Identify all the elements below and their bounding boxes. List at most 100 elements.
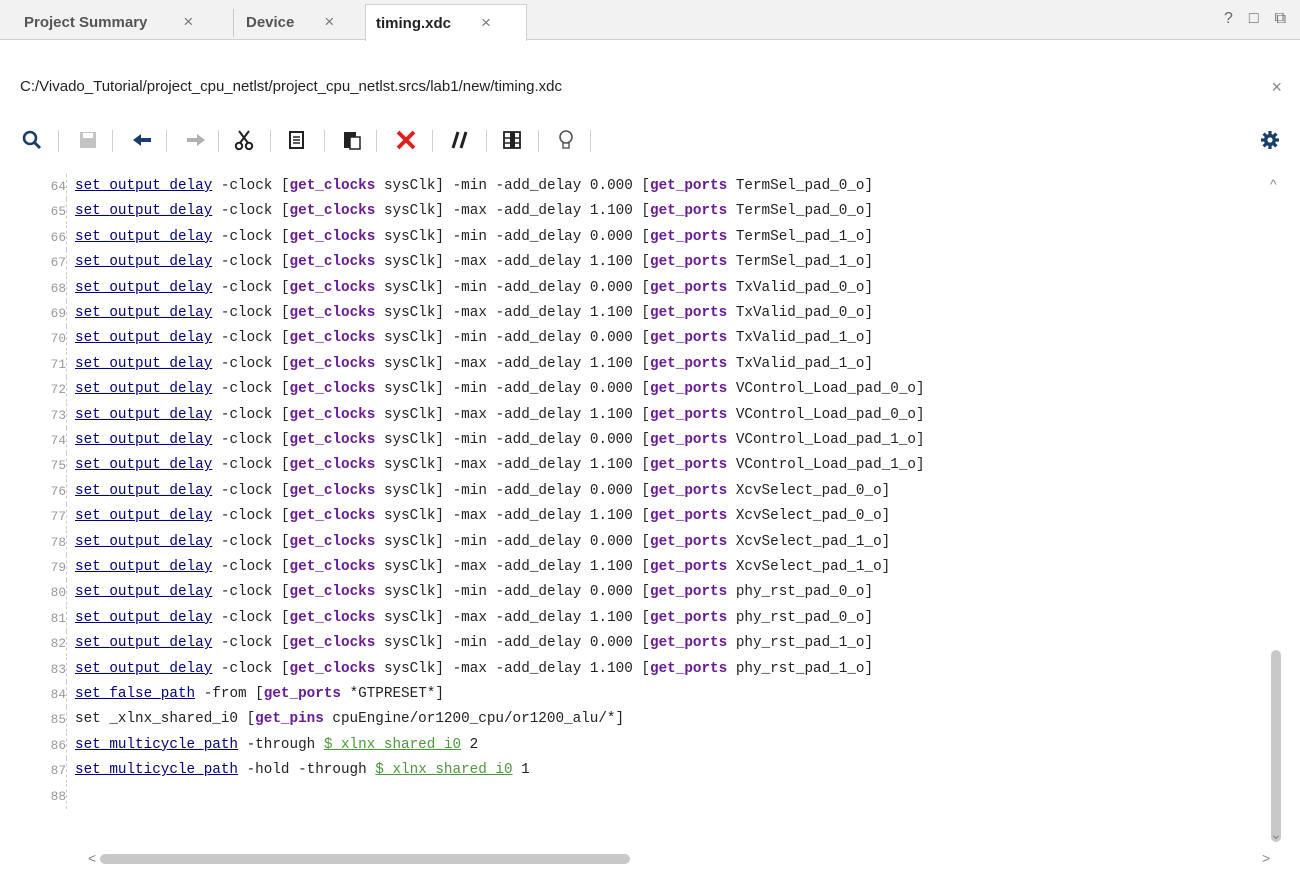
- port-name-token: phy_rst_pad_0_o]: [735, 609, 874, 626]
- code-line[interactable]: 64 set_output_delay -clock [get_clocks sy…: [0, 174, 1264, 199]
- line-number: 82: [50, 636, 66, 652]
- keyword-token: get_ports: [650, 635, 728, 652]
- code-line[interactable]: 88: [0, 783, 1264, 809]
- command-token: set_output_delay: [75, 635, 213, 652]
- scroll-up-arrow[interactable]: ^: [1270, 176, 1277, 192]
- settings-icon[interactable]: [1258, 128, 1282, 152]
- code-line[interactable]: 87 set_multicycle_path -hold -through $_x…: [0, 758, 1264, 784]
- command-token: set_output_delay: [75, 228, 213, 245]
- code-line[interactable]: 84 set_false_path -from [get_ports *GTPRE…: [0, 682, 1264, 707]
- cut-icon[interactable]: [232, 128, 256, 152]
- line-number: 70: [50, 331, 66, 347]
- code-text: set_output_delay -clock [get_clocks sysC…: [75, 555, 890, 580]
- keyword-token: get_clocks: [289, 406, 376, 423]
- code-line[interactable]: 85 set _xlnx_shared_i0 [get_pins cpuEngin…: [0, 707, 1264, 733]
- horizontal-scroll-thumb[interactable]: [100, 854, 630, 864]
- scroll-left-arrow[interactable]: <: [88, 850, 96, 866]
- add-delay-token: -add_delay: [495, 432, 582, 448]
- quick-help-icon[interactable]: [554, 128, 578, 152]
- code-line[interactable]: 70 set_output_delay -clock [get_clocks sy…: [0, 326, 1264, 352]
- tab-project-summary[interactable]: Project Summary ×: [10, 4, 232, 40]
- paste-icon[interactable]: [340, 128, 364, 152]
- code-line[interactable]: 65 set_output_delay -clock [get_clocks sy…: [0, 199, 1264, 225]
- code-line[interactable]: 73 set_output_delay -clock [get_clocks sy…: [0, 402, 1264, 428]
- code-line[interactable]: 67 set_output_delay -clock [get_clocks sy…: [0, 250, 1264, 276]
- code-line[interactable]: 82 set_output_delay -clock [get_clocks sy…: [0, 631, 1264, 657]
- command-token: set_output_delay: [75, 279, 213, 296]
- close-icon[interactable]: ×: [1271, 77, 1282, 98]
- code-editor[interactable]: 64 set_output_delay -clock [get_clocks sy…: [0, 174, 1264, 850]
- bracket-token: [: [641, 406, 650, 423]
- bracket-token: [: [280, 330, 290, 347]
- tab-close-icon[interactable]: ×: [481, 13, 491, 33]
- line-number: 64: [50, 179, 66, 194]
- line-number: 73: [50, 407, 66, 423]
- clock-flag-token: -clock: [220, 482, 273, 499]
- delay-value-token: 1.100: [589, 609, 633, 626]
- delay-value-token: 1.100: [589, 660, 633, 677]
- line-number: 78: [50, 534, 66, 550]
- code-line[interactable]: 76 set_output_delay -clock [get_clocks sy…: [0, 478, 1264, 504]
- code-line[interactable]: 69 set_output_delay -clock [get_clocks sy…: [0, 301, 1264, 326]
- gutter-line: [66, 656, 67, 682]
- mode-flag-token: -min: [452, 330, 487, 347]
- keyword-token: get_ports: [650, 533, 728, 550]
- tab-close-icon[interactable]: ×: [183, 12, 193, 32]
- variable-token: $_xlnx_shared_i0: [323, 736, 462, 753]
- code-line[interactable]: 66 set_output_delay -clock [get_clocks sy…: [0, 224, 1264, 250]
- tab-close-icon[interactable]: ×: [324, 12, 334, 32]
- maximize-icon[interactable]: □: [1249, 10, 1259, 28]
- code-line[interactable]: 75 set_output_delay -clock [get_clocks sy…: [0, 453, 1264, 479]
- vertical-scroll-thumb[interactable]: [1271, 650, 1281, 842]
- help-icon[interactable]: ?: [1224, 10, 1233, 28]
- add-delay-token: -add_delay: [495, 228, 582, 245]
- undo-icon[interactable]: [130, 128, 154, 152]
- scroll-right-arrow[interactable]: >: [1262, 850, 1270, 866]
- gutter-line: [66, 224, 67, 250]
- bracket-token: [: [280, 432, 290, 448]
- code-line[interactable]: 72 set_output_delay -clock [get_clocks sy…: [0, 377, 1264, 403]
- bracket-token: [: [280, 482, 290, 499]
- copy-icon[interactable]: [285, 128, 309, 152]
- mode-flag-token: -max: [452, 305, 487, 321]
- restore-icon[interactable]: ⧉: [1275, 10, 1286, 28]
- code-line[interactable]: 78 set_output_delay -clock [get_clocks sy…: [0, 529, 1264, 555]
- scroll-down-arrow[interactable]: ⌄: [1270, 826, 1282, 843]
- code-text: set_output_delay -clock [get_clocks sysC…: [75, 453, 925, 478]
- port-name-token: phy_rst_pad_1_o]: [735, 660, 874, 677]
- toolbar-divider: [218, 130, 219, 152]
- comment-icon[interactable]: [448, 128, 472, 152]
- code-line[interactable]: 68 set_output_delay -clock [get_clocks sy…: [0, 275, 1264, 301]
- code-line[interactable]: 80 set_output_delay -clock [get_clocks sy…: [0, 580, 1264, 606]
- vertical-scrollbar[interactable]: ^ ⌄: [1268, 176, 1290, 848]
- search-icon[interactable]: [20, 128, 44, 152]
- toolbar-divider: [112, 130, 113, 152]
- code-line[interactable]: 74 set_output_delay -clock [get_clocks sy…: [0, 428, 1264, 453]
- redo-icon[interactable]: [184, 128, 208, 152]
- code-line[interactable]: 71 set_output_delay -clock [get_clocks sy…: [0, 351, 1264, 377]
- keyword-token: get_clocks: [289, 305, 376, 321]
- tab-timing-xdc[interactable]: timing.xdc ×: [365, 4, 527, 41]
- clock-name-token: sysClk]: [383, 228, 444, 245]
- keyword-token: get_ports: [650, 178, 728, 194]
- bracket-token: [: [641, 254, 650, 271]
- keyword-token: get_ports: [650, 305, 728, 321]
- clock-name-token: sysClk]: [383, 254, 444, 271]
- code-text: set_output_delay -clock [get_clocks sysC…: [75, 580, 873, 605]
- code-line[interactable]: 86 set_multicycle_path -through $_xlnx_sh…: [0, 732, 1264, 758]
- save-icon[interactable]: [76, 128, 100, 152]
- horizontal-scrollbar[interactable]: < >: [0, 849, 1300, 869]
- column-select-icon[interactable]: [500, 128, 524, 152]
- clock-name-token: sysClk]: [383, 635, 444, 652]
- tab-device[interactable]: Device ×: [234, 4, 364, 40]
- mode-flag-token: -min: [452, 228, 487, 245]
- gutter-line: [66, 174, 67, 199]
- keyword-token: get_clocks: [289, 254, 376, 271]
- code-line[interactable]: 81 set_output_delay -clock [get_clocks sy…: [0, 605, 1264, 631]
- clock-flag-token: -clock: [220, 381, 273, 398]
- code-line[interactable]: 77 set_output_delay -clock [get_clocks sy…: [0, 504, 1264, 530]
- code-line[interactable]: 83 set_output_delay -clock [get_clocks sy…: [0, 656, 1264, 682]
- code-text: set_output_delay -clock [get_clocks sysC…: [75, 657, 873, 682]
- delete-icon[interactable]: [394, 128, 418, 152]
- code-line[interactable]: 79 set_output_delay -clock [get_clocks sy…: [0, 555, 1264, 580]
